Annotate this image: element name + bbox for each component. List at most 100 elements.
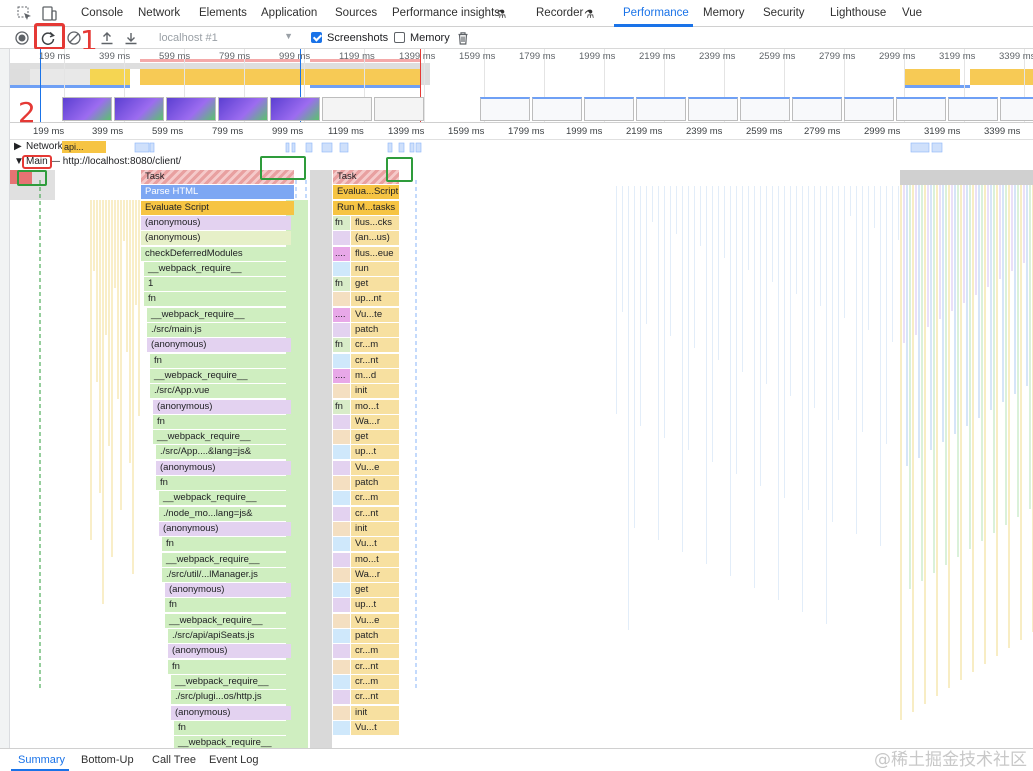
flame-entry-right[interactable]: Wa...r — [351, 567, 399, 582]
flame-entry-left[interactable]: checkDeferredModules — [141, 246, 291, 261]
flame-entry-left[interactable]: (anonymous) — [147, 338, 291, 353]
tab-performance-insights[interactable]: Performance insights — [392, 7, 500, 19]
target-select[interactable]: localhost #1 ▼ — [155, 30, 295, 46]
flame-entry-side[interactable] — [333, 705, 350, 720]
flame-entry-left[interactable]: (anonymous) — [159, 521, 291, 536]
flame-entry-left[interactable]: __webpack_require__ — [153, 430, 291, 445]
flame-entry-side[interactable] — [333, 690, 350, 705]
filmstrip-thumbnail[interactable] — [1000, 97, 1033, 121]
flame-entry-side[interactable]: fn — [333, 338, 350, 353]
device-toolbar-icon[interactable] — [41, 5, 58, 22]
tab-memory[interactable]: Memory — [703, 7, 745, 19]
tab-sources[interactable]: Sources — [335, 7, 377, 19]
flame-entry-right[interactable]: m...d — [351, 368, 399, 383]
tab-network[interactable]: Network — [138, 7, 180, 19]
flame-entry-left[interactable]: ./src/util/...lManager.js — [162, 567, 291, 582]
flame-entry-left[interactable]: __webpack_require__ — [171, 674, 291, 689]
flame-entry-right[interactable]: up...nt — [351, 292, 399, 307]
tab-console[interactable]: Console — [81, 7, 123, 19]
flame-entry-left[interactable]: fn — [165, 598, 291, 613]
flame-entry-right[interactable]: cr...nt — [351, 506, 399, 521]
bottom-tab-bottom-up[interactable]: Bottom-Up — [81, 754, 134, 766]
flame-entry-left[interactable]: (anonymous) — [153, 399, 291, 414]
flame-entry-side[interactable] — [333, 552, 350, 567]
flame-entry-left[interactable]: fn — [156, 476, 291, 490]
flame-entry-side[interactable] — [333, 445, 350, 460]
flame-entry-left[interactable]: (anonymous) — [171, 705, 291, 720]
filmstrip-thumbnail[interactable] — [374, 97, 424, 121]
flame-entry-left[interactable]: fn — [168, 659, 291, 674]
flame-entry-left[interactable]: fn — [174, 720, 291, 735]
filmstrip-thumbnail[interactable] — [636, 97, 686, 121]
flame-entry-left[interactable]: fn — [150, 353, 291, 368]
flame-entry-side[interactable] — [333, 598, 350, 613]
flame-entry-right[interactable]: Evalua...Script — [333, 185, 399, 200]
flame-entry-right[interactable]: cr...m — [351, 674, 399, 689]
flame-entry-right[interactable]: mo...t — [351, 552, 399, 567]
flame-entry-side[interactable]: fn — [333, 277, 350, 292]
flame-entry-right[interactable]: Vu...t — [351, 537, 399, 552]
filmstrip-thumbnail[interactable] — [322, 97, 372, 121]
flame-entry-right[interactable]: up...t — [351, 445, 399, 460]
flame-entry-left[interactable]: ./src/api/apiSeats.js — [168, 629, 291, 643]
flame-entry-left[interactable]: Evaluate Script — [141, 200, 294, 215]
flame-entry-side[interactable] — [333, 720, 350, 735]
flame-entry-right[interactable]: cr...m — [351, 491, 399, 506]
filmstrip-thumbnail[interactable] — [480, 97, 530, 121]
flame-entry-left[interactable]: __webpack_require__ — [165, 613, 291, 628]
flame-entry-side[interactable] — [333, 292, 350, 307]
flame-entry-right[interactable]: up...t — [351, 598, 399, 613]
filmstrip-thumbnail[interactable] — [270, 97, 320, 121]
flame-entry-right[interactable]: cr...nt — [351, 353, 399, 368]
flame-entry-left[interactable]: (anonymous) — [141, 215, 291, 230]
flame-entry-side[interactable] — [333, 521, 350, 536]
flame-entry-side[interactable] — [333, 430, 350, 445]
tab-application[interactable]: Application — [261, 7, 317, 19]
flame-entry-right[interactable]: cr...nt — [351, 659, 399, 674]
flame-entry-side[interactable]: .... — [333, 246, 350, 261]
flame-entry-left[interactable]: 1 — [144, 277, 291, 292]
flame-entry-right[interactable]: flus...eue — [351, 246, 399, 261]
flame-entry-side[interactable] — [333, 537, 350, 552]
filmstrip-thumbnail[interactable] — [218, 97, 268, 121]
flame-entry-right[interactable]: flus...cks — [351, 215, 399, 230]
flame-entry-side[interactable]: fn — [333, 399, 350, 414]
flame-entry-right[interactable]: init — [351, 705, 399, 720]
flame-entry-side[interactable]: .... — [333, 368, 350, 383]
tab-performance[interactable]: Performance — [623, 7, 689, 19]
filmstrip-thumbnail[interactable] — [740, 97, 790, 121]
tab-vue[interactable]: Vue — [902, 7, 922, 19]
flame-entry-side[interactable] — [333, 476, 350, 490]
flame-entry-right[interactable]: patch — [351, 476, 399, 490]
filmstrip-thumbnail[interactable] — [688, 97, 738, 121]
flame-entry-left[interactable]: ./src/App.vue — [150, 384, 291, 399]
flame-entry-left[interactable]: fn — [144, 292, 291, 307]
bottom-tab-event-log[interactable]: Event Log — [209, 754, 259, 766]
flame-entry-left[interactable]: fn — [153, 414, 291, 429]
record-icon[interactable] — [14, 30, 30, 46]
tab-lighthouse[interactable]: Lighthouse — [830, 7, 886, 19]
flame-entry-left[interactable]: __webpack_require__ — [147, 307, 291, 322]
flame-entry-side[interactable] — [333, 583, 350, 598]
flame-entry-right[interactable]: Wa...r — [351, 414, 399, 429]
flame-entry-side[interactable] — [333, 567, 350, 582]
flame-entry-right[interactable]: run — [351, 261, 399, 276]
flame-entry-left[interactable]: __webpack_require__ — [174, 736, 291, 748]
flame-entry-right[interactable]: Vu...e — [351, 460, 399, 475]
flame-entry-side[interactable] — [333, 353, 350, 368]
filmstrip-thumbnail[interactable] — [792, 97, 842, 121]
flame-entry-side[interactable] — [333, 491, 350, 506]
flame-entry-right[interactable]: Run M...tasks — [333, 200, 399, 215]
timeline-overview[interactable]: 199 ms 399 ms 599 ms 799 ms 999 ms 1199 ms 139… — [10, 49, 1033, 123]
filmstrip-thumbnail[interactable] — [584, 97, 634, 121]
flame-entry-side[interactable] — [333, 674, 350, 689]
flame-entry-left[interactable]: ./src/App....&lang=js& — [156, 445, 291, 460]
flame-entry-side[interactable] — [333, 506, 350, 521]
flame-entry-right[interactable]: init — [351, 521, 399, 536]
tab-security[interactable]: Security — [763, 7, 805, 19]
bottom-tab-summary[interactable]: Summary — [18, 754, 65, 766]
flame-entry-side[interactable] — [333, 323, 350, 337]
upload-profile-icon[interactable] — [99, 30, 115, 46]
flame-entry-side[interactable] — [333, 414, 350, 429]
inspect-element-icon[interactable] — [16, 5, 33, 22]
